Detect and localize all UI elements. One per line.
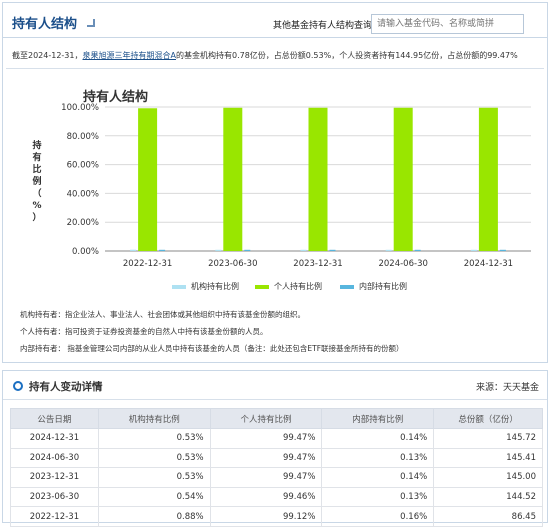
table-cell: 0.53% — [97, 428, 211, 449]
bar-internal — [244, 249, 251, 251]
y-tick-label: 60.00% — [67, 161, 99, 171]
bar-internal — [414, 249, 421, 251]
column-header: 机构持有比例 — [97, 408, 211, 429]
summary-suffix: 的基金机构持有0.78亿份，占总份额0.53%，个人投资者持有144.95亿份，… — [175, 51, 518, 60]
table-cell: 145.41 — [433, 447, 543, 469]
table-cell: 99.46% — [209, 486, 323, 508]
table-cell: 99.47% — [209, 467, 323, 488]
page-title: 持有人结构 — [12, 17, 78, 32]
table-cell: 0.13% — [321, 447, 435, 469]
definition-individual: 个人持有者：指可投资于证券投资基金的自然人中持有该基金份额的人员。 — [20, 327, 268, 336]
legend-institutional[interactable]: 机构持有比例 — [172, 281, 239, 295]
legend-institutional-swatch — [172, 284, 186, 289]
panel-header: 持有人结构 其他基金持有人结构查询: — [3, 3, 547, 38]
detail-title: 持有人变动详情 — [29, 381, 103, 393]
holder-structure-panel: 持有人结构 其他基金持有人结构查询: 截至2024-12-31，泉果旭源三年持有… — [2, 2, 548, 363]
bar-institutional — [215, 249, 222, 251]
fund-name-link[interactable]: 泉果旭源三年持有期混合A — [83, 51, 176, 60]
table-cell: 2023-12-31 — [10, 467, 99, 488]
bar-internal — [159, 249, 166, 251]
bar-individual — [308, 107, 328, 251]
holding-summary: 截至2024-12-31，泉果旭源三年持有期混合A的基金机构持有0.78亿份，占… — [12, 50, 542, 64]
y-tick-label: 20.00% — [67, 218, 99, 228]
chart-canvas: 0.00% 20.00% 40.00% 60.00% 80.00% 100.00% 2022… — [61, 103, 531, 269]
holder-change-detail-panel: 持有人变动详情 来源：天天基金 公告日期 机构持有比例 个人持有比例 内部持有比… — [2, 370, 548, 527]
table-cell: 2024-06-30 — [10, 447, 99, 469]
definition-institutional: 机构持有者：指企业法人、事业法人、社会团体或其他组织中持有该基金份额的组织。 — [20, 310, 305, 319]
y-tick-label: 80.00% — [67, 132, 99, 142]
bar-individual — [223, 107, 243, 251]
legend-internal-swatch — [340, 284, 354, 289]
bar-institutional — [300, 249, 307, 251]
y-tick-label: 0.00% — [72, 247, 99, 257]
legend-individual-label: 个人持有比例 — [274, 282, 322, 291]
holder-structure-chart: 持有人结构 持有比例（%） 0.00% 20.00% 40.00% 60.00% 80.… — [6, 68, 544, 298]
holder-change-table: 公告日期 机构持有比例 个人持有比例 内部持有比例 总份额（亿份） 2024-1… — [10, 408, 543, 527]
data-source: 来源：天天基金 — [475, 383, 539, 393]
table-cell: 0.54% — [97, 486, 211, 508]
column-header: 个人持有比例 — [209, 408, 323, 429]
table-cell: 2024-12-31 — [10, 428, 99, 449]
table-row: 2024-12-31 0.53% 99.47% 0.14% 145.72 — [10, 428, 543, 449]
y-tick-label: 40.00% — [67, 189, 99, 199]
table-cell: 145.72 — [433, 428, 543, 449]
legend-internal-label: 内部持有比例 — [359, 282, 407, 291]
y-tick-label: 100.00% — [61, 103, 99, 113]
table-row: 2023-12-31 0.53% 99.47% 0.14% 145.00 — [10, 467, 543, 488]
column-header: 内部持有比例 — [321, 408, 435, 429]
table-row: 2023-06-30 0.54% 99.46% 0.13% 144.52 — [10, 486, 543, 508]
bar-internal — [329, 249, 336, 251]
table-cell: 0.14% — [321, 428, 435, 449]
bar-individual — [393, 107, 413, 251]
table-header-row: 公告日期 机构持有比例 个人持有比例 内部持有比例 总份额（亿份） — [10, 408, 543, 429]
table-cell: 2023-06-30 — [10, 486, 99, 508]
table-row: 2022-12-31 0.88% 99.12% 0.16% 86.45 — [10, 506, 543, 527]
x-tick-label: 2023-12-31 — [293, 259, 342, 269]
legend-individual[interactable]: 个人持有比例 — [255, 281, 322, 295]
table-cell: 99.12% — [209, 506, 323, 527]
title-corner-icon — [87, 19, 95, 27]
table-cell: 0.14% — [321, 467, 435, 488]
chart-legend: 机构持有比例 个人持有比例 内部持有比例 — [172, 281, 422, 295]
table-cell: 145.00 — [433, 467, 543, 488]
x-tick-label: 2024-06-30 — [378, 259, 427, 269]
x-tick-label: 2024-12-31 — [464, 259, 513, 269]
table-cell: 144.52 — [433, 486, 543, 508]
bar-individual — [138, 108, 158, 251]
bar-institutional — [130, 249, 137, 251]
bar-institutional — [385, 249, 392, 251]
table-cell: 99.47% — [209, 428, 323, 449]
bar-institutional — [470, 249, 477, 251]
search-label: 其他基金持有人结构查询: — [273, 21, 376, 31]
detail-header: 持有人变动详情 来源：天天基金 — [3, 371, 547, 400]
table-cell: 0.88% — [97, 506, 211, 527]
table-cell: 99.47% — [209, 447, 323, 469]
table-cell: 0.53% — [97, 447, 211, 469]
summary-prefix: 截至2024-12-31， — [12, 51, 83, 60]
fund-search-input[interactable] — [371, 14, 524, 34]
table-cell: 0.16% — [321, 506, 435, 527]
legend-individual-swatch — [255, 284, 269, 289]
table-cell: 2022-12-31 — [10, 506, 99, 527]
legend-institutional-label: 机构持有比例 — [191, 282, 239, 291]
column-header: 公告日期 — [10, 408, 99, 429]
bar-internal — [499, 249, 506, 251]
bar-individual — [478, 107, 498, 251]
table-row: 2024-06-30 0.53% 99.47% 0.13% 145.41 — [10, 447, 543, 469]
table-cell: 86.45 — [433, 506, 543, 527]
table-cell: 0.13% — [321, 486, 435, 508]
legend-internal[interactable]: 内部持有比例 — [340, 281, 407, 295]
x-tick-label: 2023-06-30 — [208, 259, 257, 269]
column-header: 总份额（亿份） — [433, 408, 543, 429]
holder-definitions: 机构持有者：指企业法人、事业法人、社会团体或其他组织中持有该基金份额的组织。 个… — [20, 306, 540, 357]
circle-icon — [13, 381, 23, 391]
x-tick-label: 2022-12-31 — [123, 259, 172, 269]
table-cell: 0.53% — [97, 467, 211, 488]
definition-internal: 内部持有者： 指基金管理公司内部的从业人员中持有该基金的人员（备注：此处还包含E… — [20, 344, 404, 353]
